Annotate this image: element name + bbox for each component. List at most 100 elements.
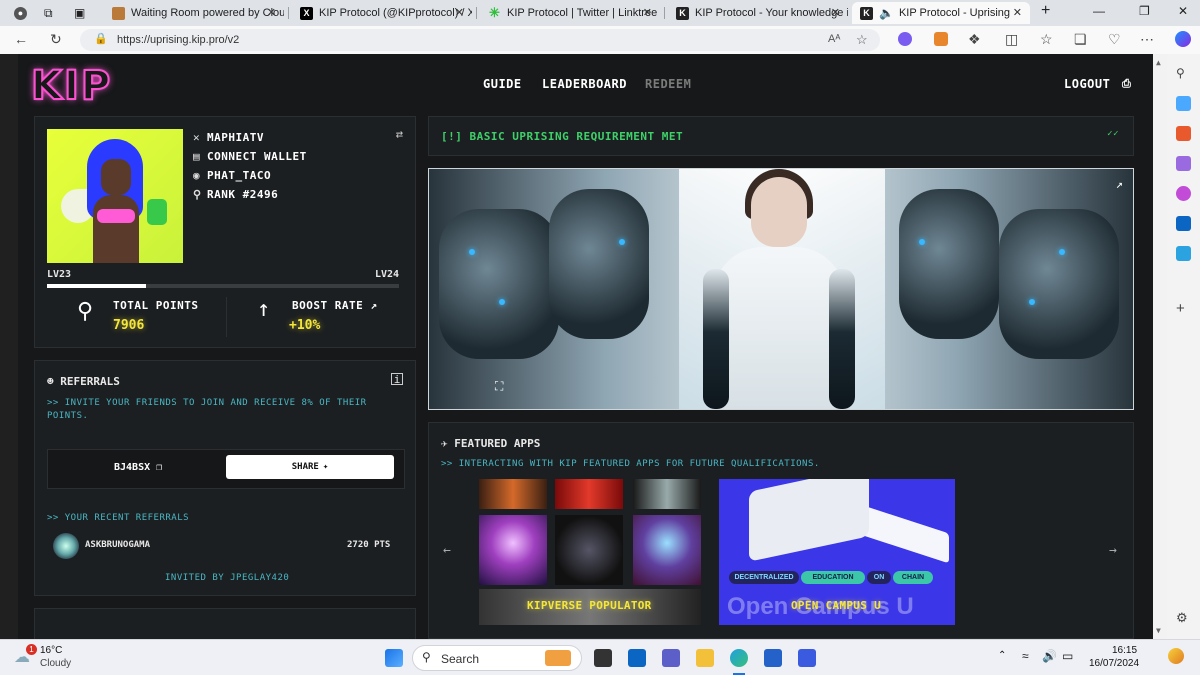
- requirement-banner: [!] BASIC UPRISING REQUIREMENT MET ✓✓: [428, 116, 1134, 156]
- telegram-icon[interactable]: [1176, 246, 1191, 261]
- nav-redeem: REDEEM: [645, 77, 692, 91]
- close-window-button[interactable]: ✕: [1178, 4, 1188, 18]
- close-tab-icon[interactable]: ✕: [643, 6, 652, 19]
- windows-start-icon[interactable]: [385, 649, 403, 667]
- page-favicon-icon: [112, 6, 125, 20]
- refresh-icon[interactable]: ↻: [50, 31, 62, 48]
- m365-icon[interactable]: [1176, 186, 1191, 201]
- metamask-icon[interactable]: [934, 32, 948, 46]
- favorite-star-icon[interactable]: ☆: [856, 32, 868, 48]
- restore-button[interactable]: ❐: [1139, 4, 1150, 18]
- connect-wallet-button[interactable]: ▤ CONNECT WALLET: [193, 150, 307, 163]
- file-explorer-icon[interactable]: [696, 649, 714, 667]
- address-toolbar: ← ↻ 🔒 https://uprising.kip.pro/v2 Aᴬ ☆ ❖…: [0, 26, 1200, 54]
- web-page: KIP GUIDE LEADERBOARD REDEEM LOGOUT ⎙ ✕ M…: [18, 54, 1167, 639]
- copilot-icon[interactable]: [1175, 31, 1191, 47]
- tab-kip-twitter[interactable]: X KIP Protocol (@KIPprotocol) / X ✕: [292, 2, 472, 24]
- level-next: LV24: [375, 269, 400, 280]
- kip-logo[interactable]: KIP: [30, 62, 112, 110]
- favorites-icon[interactable]: ☆: [1040, 31, 1053, 48]
- chevron-up-icon[interactable]: ⌃: [998, 650, 1006, 661]
- edge-icon[interactable]: [730, 649, 748, 667]
- outlook-icon[interactable]: [628, 649, 646, 667]
- external-link-icon[interactable]: ↗: [370, 299, 377, 312]
- add-sidebar-icon[interactable]: +: [1176, 300, 1191, 317]
- address-bar[interactable]: 🔒 https://uprising.kip.pro/v2 Aᴬ ☆: [80, 29, 880, 51]
- battery-icon[interactable]: ▭: [1062, 649, 1073, 663]
- store-icon[interactable]: [764, 649, 782, 667]
- extensions-puzzle-icon[interactable]: ❖: [968, 31, 981, 48]
- swap-icon[interactable]: ⇄: [396, 127, 403, 141]
- search-icon[interactable]: ⚲: [1176, 66, 1191, 81]
- browser-essentials-icon[interactable]: ♡: [1108, 31, 1121, 48]
- linktree-icon: ✳: [489, 5, 500, 20]
- avatar: [47, 129, 183, 263]
- carousel-next-icon[interactable]: →: [1109, 543, 1117, 558]
- task-view-icon[interactable]: [594, 649, 612, 667]
- profile-avatar-button[interactable]: ●: [6, 2, 32, 24]
- boost-rate-label[interactable]: BOOST RATE ↗: [292, 299, 377, 312]
- tab-waiting-room[interactable]: Waiting Room powered by Clou ✕: [104, 2, 284, 24]
- total-points-value: 7906: [113, 318, 145, 333]
- wallet-icon: ▤: [193, 150, 201, 163]
- referral-code[interactable]: BJ4BSX ❐: [114, 462, 162, 473]
- teams-icon[interactable]: [662, 649, 680, 667]
- back-arrow-icon[interactable]: ←: [14, 31, 28, 47]
- split-screen-icon[interactable]: ◫: [1005, 31, 1018, 48]
- featured-apps-heading: ✈ FEATURED APPS: [441, 437, 541, 450]
- games-icon[interactable]: [1176, 156, 1191, 171]
- copy-icon[interactable]: ❐: [156, 462, 162, 473]
- carousel-prev-icon[interactable]: ←: [443, 543, 451, 558]
- tab-kip-uprising[interactable]: K 🔈 KIP Protocol - Uprising ✕: [852, 2, 1030, 24]
- close-tab-icon[interactable]: ✕: [831, 6, 840, 19]
- open-external-icon[interactable]: ↗: [1116, 177, 1123, 191]
- tab-actions-icon[interactable]: ▣: [66, 2, 90, 24]
- browser-tab-strip: ● ⧉ ▣ Waiting Room powered by Clou ✕ X K…: [0, 0, 1200, 26]
- shopping-tag-icon[interactable]: [1176, 96, 1191, 111]
- close-tab-icon[interactable]: ✕: [267, 6, 276, 19]
- tab-kip-knowledge[interactable]: K KIP Protocol - Your knowledge is ✕: [668, 2, 848, 24]
- audio-playing-icon[interactable]: 🔈: [879, 6, 894, 20]
- read-aloud-icon[interactable]: Aᴬ: [828, 33, 840, 45]
- copilot-notification-icon[interactable]: [1168, 648, 1184, 664]
- referral-points: 2720 PTS: [347, 540, 391, 550]
- logout-icon[interactable]: ⎙: [1122, 77, 1131, 91]
- apps-icon: ✈: [441, 437, 448, 450]
- clock-date[interactable]: 16/07/2024: [1089, 658, 1139, 669]
- hero-image[interactable]: ↗ ⛶: [428, 168, 1134, 410]
- nav-guide[interactable]: GUIDE: [483, 77, 522, 91]
- wifi-icon[interactable]: ≈: [1022, 649, 1029, 663]
- settings-gear-icon[interactable]: ⚙: [1176, 610, 1191, 625]
- logout-button[interactable]: LOGOUT: [1064, 77, 1110, 91]
- close-tab-icon[interactable]: ✕: [1013, 6, 1022, 19]
- more-menu-icon[interactable]: ⋯: [1140, 31, 1154, 48]
- notification-badge: 1: [26, 644, 37, 655]
- share-button[interactable]: SHARE ✦: [226, 455, 394, 479]
- tools-icon[interactable]: [1176, 126, 1191, 141]
- weather-temp[interactable]: 16°C: [40, 645, 62, 656]
- users-icon: ☻: [47, 375, 54, 388]
- clock-time[interactable]: 16:15: [1112, 645, 1137, 656]
- tab-linktree[interactable]: ✳ KIP Protocol | Twitter | Linktree ✕: [480, 2, 660, 24]
- info-icon[interactable]: i: [391, 373, 403, 386]
- collections-icon[interactable]: ❏: [1074, 31, 1087, 48]
- lock-icon[interactable]: 🔒: [94, 32, 108, 45]
- nav-leaderboard[interactable]: LEADERBOARD: [542, 77, 627, 91]
- rank-row: ⚲ RANK #2496: [193, 188, 279, 201]
- app-icon[interactable]: [798, 649, 816, 667]
- workspaces-icon[interactable]: ⧉: [36, 2, 60, 24]
- page-scrollbar[interactable]: ▲ ▼: [1153, 54, 1167, 639]
- x-logo-icon: X: [300, 6, 313, 20]
- extension-icon[interactable]: [898, 32, 912, 46]
- outlook-icon[interactable]: [1176, 216, 1191, 231]
- taskbar-search[interactable]: ⚲ Search: [412, 645, 582, 671]
- minimize-button[interactable]: —: [1093, 4, 1105, 18]
- close-tab-icon[interactable]: ✕: [455, 6, 464, 19]
- volume-icon[interactable]: 🔊: [1042, 649, 1057, 663]
- url-text[interactable]: https://uprising.kip.pro/v2: [117, 34, 239, 46]
- discord-handle-row: ◉ PHAT_TACO: [193, 169, 272, 182]
- weather-desc[interactable]: Cloudy: [40, 658, 71, 669]
- new-tab-button[interactable]: +: [1041, 2, 1050, 20]
- x-handle-row[interactable]: ✕ MAPHIATV: [193, 131, 264, 144]
- kip-favicon-icon: K: [676, 6, 689, 20]
